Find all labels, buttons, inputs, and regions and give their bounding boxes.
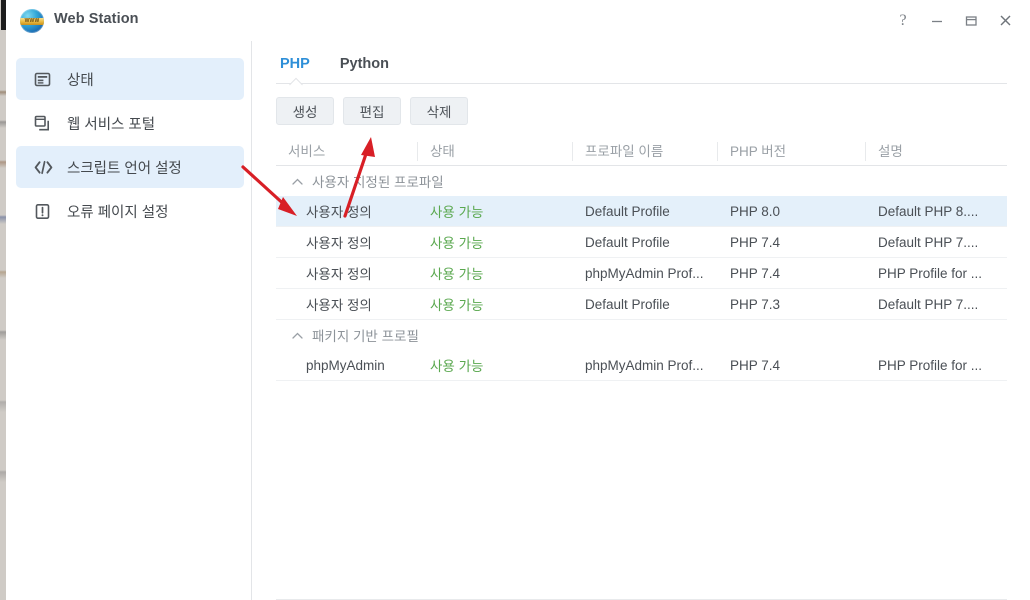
group-header-package-profiles[interactable]: 패키지 기반 프로필 xyxy=(276,320,1007,350)
chevron-up-icon[interactable] xyxy=(290,328,304,342)
cell-php-version: PHP 8.0 xyxy=(730,203,781,219)
cell-profile-name: phpMyAdmin Prof... xyxy=(585,357,704,373)
cell-description: PHP Profile for ... xyxy=(878,265,983,281)
table-row[interactable]: 사용자 정의 사용 가능 Default Profile PHP 8.0 Def… xyxy=(276,196,1007,227)
cell-state: 사용 가능 xyxy=(430,359,484,374)
cell-profile-name: Default Profile xyxy=(585,296,670,312)
window-controls: ? xyxy=(886,0,1022,41)
group-label: 패키지 기반 프로필 xyxy=(312,329,419,344)
column-header-service[interactable]: 서비스 xyxy=(276,141,418,161)
tab-php[interactable]: PHP xyxy=(276,54,314,78)
cell-service: 사용자 정의 xyxy=(306,267,372,282)
column-header-profile-name[interactable]: 프로파일 이름 xyxy=(573,141,718,161)
cell-service: 사용자 정의 xyxy=(306,236,372,251)
maximize-icon[interactable] xyxy=(954,4,988,38)
active-tab-caret-icon xyxy=(289,77,303,89)
minimize-icon[interactable] xyxy=(920,4,954,38)
column-header-php-version[interactable]: PHP 버전 xyxy=(718,141,866,161)
column-header-description[interactable]: 설명 xyxy=(866,142,1007,161)
create-button[interactable]: 생성 xyxy=(276,97,334,125)
cell-state: 사용 가능 xyxy=(430,236,484,251)
www-globe-icon: WWW xyxy=(20,9,44,33)
cell-profile-name: phpMyAdmin Prof... xyxy=(585,265,704,281)
toolbar: 생성 편집 삭제 xyxy=(276,97,468,125)
sidebar-item-error-page-settings[interactable]: 오류 페이지 설정 xyxy=(16,190,244,232)
help-glyph: ? xyxy=(899,11,907,29)
table-row[interactable]: 사용자 정의 사용 가능 Default Profile PHP 7.3 Def… xyxy=(276,289,1007,320)
column-header-state[interactable]: 상태 xyxy=(418,141,573,161)
cell-state: 사용 가능 xyxy=(430,298,484,313)
cell-service: 사용자 정의 xyxy=(306,205,372,220)
group-label: 사용자 지정된 프로파일 xyxy=(312,175,444,190)
window-title: Web Station xyxy=(54,11,139,27)
sidebar-item-label: 스크립트 언어 설정 xyxy=(67,160,182,177)
sidebar-item-label: 상태 xyxy=(67,72,94,89)
cell-php-version: PHP 7.3 xyxy=(730,296,781,312)
chevron-up-icon[interactable] xyxy=(290,174,304,188)
cell-php-version: PHP 7.4 xyxy=(730,234,781,250)
cell-php-version: PHP 7.4 xyxy=(730,265,781,281)
tab-python[interactable]: Python xyxy=(336,54,393,78)
cell-service: phpMyAdmin xyxy=(306,357,385,373)
cell-description: Default PHP 7.... xyxy=(878,234,979,250)
cell-service: 사용자 정의 xyxy=(306,298,372,313)
cell-state: 사용 가능 xyxy=(430,267,484,282)
cell-state: 사용 가능 xyxy=(430,205,484,220)
title-bar: WWW Web Station ? xyxy=(6,0,1030,42)
cell-profile-name: Default Profile xyxy=(585,234,670,250)
help-icon[interactable]: ? xyxy=(886,4,920,38)
tab-bar: PHP Python xyxy=(276,54,393,78)
cell-description: Default PHP 7.... xyxy=(878,296,979,312)
cell-profile-name: Default Profile xyxy=(585,203,670,219)
table-row[interactable]: 사용자 정의 사용 가능 Default Profile PHP 7.4 Def… xyxy=(276,227,1007,258)
edit-button[interactable]: 편집 xyxy=(343,97,401,125)
sidebar-item-label: 오류 페이지 설정 xyxy=(67,204,169,221)
sidebar-item-status[interactable]: 상태 xyxy=(16,58,244,100)
group-header-custom-profiles[interactable]: 사용자 지정된 프로파일 xyxy=(276,166,1007,196)
content-pane: PHP Python 생성 편집 삭제 서비스 상태 프로파일 이름 PHP 버… xyxy=(252,41,1030,600)
cell-description: PHP Profile for ... xyxy=(878,357,983,373)
web-station-window: WWW Web Station ? 상태 웹 서비스 포털 스크립트 언어 설정… xyxy=(6,0,1030,600)
table-header-row: 서비스 상태 프로파일 이름 PHP 버전 설명 xyxy=(276,137,1007,166)
sidebar: 상태 웹 서비스 포털 스크립트 언어 설정 오류 페이지 설정 xyxy=(6,41,252,600)
cell-php-version: PHP 7.4 xyxy=(730,357,781,373)
status-board-icon xyxy=(34,71,56,88)
cell-description: Default PHP 8.... xyxy=(878,203,979,219)
window-body: 상태 웹 서비스 포털 스크립트 언어 설정 오류 페이지 설정 PHP Pyt… xyxy=(6,41,1030,600)
table-row[interactable]: phpMyAdmin 사용 가능 phpMyAdmin Prof... PHP … xyxy=(276,350,1007,381)
sidebar-item-label: 웹 서비스 포털 xyxy=(67,116,156,133)
sidebar-item-script-language-settings[interactable]: 스크립트 언어 설정 xyxy=(16,146,244,188)
sidebar-item-web-service-portal[interactable]: 웹 서비스 포털 xyxy=(16,102,244,144)
app-window-root: WWW Web Station ? 상태 웹 서비스 포털 스크립트 언어 설정… xyxy=(0,0,1030,600)
windows-stack-icon xyxy=(34,115,56,132)
code-brackets-icon xyxy=(34,160,56,175)
table-row[interactable]: 사용자 정의 사용 가능 phpMyAdmin Prof... PHP 7.4 … xyxy=(276,258,1007,289)
close-icon[interactable] xyxy=(988,4,1022,38)
php-profiles-table: 서비스 상태 프로파일 이름 PHP 버전 설명 사용자 지정된 프로파일 사용… xyxy=(276,137,1007,381)
tab-underline xyxy=(276,83,1007,84)
exclamation-box-icon xyxy=(34,203,56,220)
delete-button[interactable]: 삭제 xyxy=(410,97,468,125)
